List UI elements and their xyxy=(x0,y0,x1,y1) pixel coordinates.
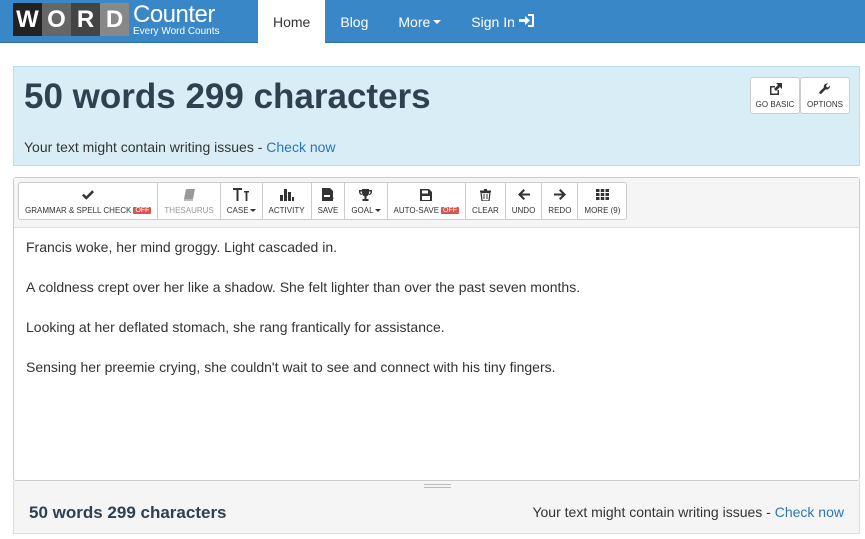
logo-main-text: Counter xyxy=(133,0,215,28)
go-basic-button[interactable]: GO BASIC xyxy=(750,77,800,114)
redo-label: REDO xyxy=(548,205,572,215)
logo[interactable]: W O R D Counter Every Word Counts xyxy=(13,0,220,37)
wrench-icon xyxy=(819,82,831,97)
options-button[interactable]: OPTIONS xyxy=(800,77,850,114)
caret-down-icon xyxy=(249,208,256,212)
trash-icon xyxy=(479,188,491,202)
thesaurus-button[interactable]: THESAURUS xyxy=(157,182,221,220)
footer-word-count: 50 words 299 characters xyxy=(29,503,227,522)
grammar-check-text: GRAMMAR & SPELL CHECK xyxy=(25,205,132,215)
grammar-check-label: GRAMMAR & SPELL CHECK OFF xyxy=(25,205,152,215)
auto-save-text: AUTO-SAVE xyxy=(393,205,440,215)
check-now-link[interactable]: Check now xyxy=(266,139,335,155)
arrow-right-icon xyxy=(553,188,566,202)
trophy-icon xyxy=(359,188,373,202)
nav-blog-label: Blog xyxy=(340,13,369,30)
redo-button[interactable]: REDO xyxy=(541,182,579,220)
editor: GRAMMAR & SPELL CHECK OFF THESAURUS CASE … xyxy=(13,177,860,481)
text-paragraph: Francis woke, her mind groggy. Light cas… xyxy=(26,239,338,255)
caret-down-icon xyxy=(433,19,442,24)
auto-save-off-badge: OFF xyxy=(441,206,460,214)
main-nav: Home Blog More Sign In xyxy=(258,0,549,43)
logo-letter: D xyxy=(100,3,129,36)
text-input-area[interactable]: Francis woke, her mind groggy. Light cas… xyxy=(14,229,859,480)
case-text: CASE xyxy=(226,205,249,215)
nav-blog[interactable]: Blog xyxy=(325,0,383,43)
thesaurus-label: THESAURUS xyxy=(164,205,214,215)
logo-letter: R xyxy=(71,3,100,36)
nav-signin[interactable]: Sign In xyxy=(456,0,549,43)
sign-in-icon xyxy=(518,13,534,30)
arrow-left-icon xyxy=(517,188,530,202)
save-file-icon xyxy=(321,188,334,202)
text-paragraph: A coldness crept over her like a shadow.… xyxy=(26,279,581,295)
writing-issues-text: Your text might contain writing issues - xyxy=(24,139,267,155)
logo-letter: W xyxy=(13,3,42,36)
stats-panel: 50 words 299 characters Your text might … xyxy=(13,66,860,166)
writing-issues-notice: Your text might contain writing issues -… xyxy=(24,139,336,155)
undo-label: UNDO xyxy=(511,205,536,215)
floppy-disk-icon xyxy=(420,188,433,202)
text-paragraph: Looking at her deflated stomach, she ran… xyxy=(26,319,445,335)
text-paragraph: Sensing her preemie crying, she couldn't… xyxy=(26,359,556,375)
goal-text: GOAL xyxy=(351,205,374,215)
case-label: CASE xyxy=(227,206,256,215)
logo-letter: O xyxy=(42,3,71,36)
bar-chart-icon xyxy=(279,188,294,202)
go-basic-label: GO BASIC xyxy=(755,99,795,109)
external-link-icon xyxy=(769,82,782,97)
more-tools-button[interactable]: MORE (9) xyxy=(577,182,628,220)
top-actions: GO BASIC OPTIONS xyxy=(750,77,850,114)
caret-down-icon xyxy=(374,208,381,212)
grammar-off-badge: OFF xyxy=(133,206,152,214)
save-label: SAVE xyxy=(317,205,339,215)
logo-text: Counter Every Word Counts xyxy=(133,0,220,37)
goal-dropdown[interactable]: GOAL xyxy=(344,182,388,220)
auto-save-toggle[interactable]: AUTO-SAVE OFF xyxy=(386,182,467,220)
text-case-icon xyxy=(233,188,250,202)
activity-button[interactable]: ACTIVITY xyxy=(261,182,312,220)
more-tools-label: MORE (9) xyxy=(584,205,621,215)
nav-more-dropdown[interactable]: More xyxy=(383,0,456,43)
logo-tagline: Every Word Counts xyxy=(133,25,220,37)
save-button[interactable]: SAVE xyxy=(310,182,346,220)
nav-home[interactable]: Home xyxy=(258,0,326,43)
resize-grip-icon xyxy=(424,484,451,488)
editor-resize-handle[interactable] xyxy=(13,481,860,491)
case-dropdown[interactable]: CASE xyxy=(219,182,263,220)
nav-signin-label: Sign In xyxy=(471,13,515,30)
footer-writing-issues-text: Your text might contain writing issues - xyxy=(532,504,775,520)
nav-home-label: Home xyxy=(273,13,311,30)
grid-icon xyxy=(595,188,609,202)
book-icon xyxy=(183,188,195,202)
navbar: W O R D Counter Every Word Counts Home B… xyxy=(0,0,865,43)
undo-button[interactable]: UNDO xyxy=(504,182,543,220)
editor-toolbar: GRAMMAR & SPELL CHECK OFF THESAURUS CASE … xyxy=(14,178,859,228)
word-count-title: 50 words 299 characters xyxy=(24,77,431,116)
options-label: OPTIONS xyxy=(806,99,843,109)
activity-label: ACTIVITY xyxy=(268,205,305,215)
goal-label: GOAL xyxy=(351,205,381,215)
footer-stats-panel: 50 words 299 characters Your text might … xyxy=(13,491,860,534)
clear-button[interactable]: CLEAR xyxy=(465,182,506,220)
check-icon xyxy=(82,188,95,202)
nav-more-label: More xyxy=(398,13,431,30)
auto-save-label: AUTO-SAVE OFF xyxy=(394,206,460,215)
clear-label: CLEAR xyxy=(472,205,499,215)
grammar-check-button[interactable]: GRAMMAR & SPELL CHECK OFF xyxy=(18,182,159,220)
footer-check-now-link[interactable]: Check now xyxy=(775,504,844,520)
footer-writing-issues-notice: Your text might contain writing issues -… xyxy=(532,504,844,520)
